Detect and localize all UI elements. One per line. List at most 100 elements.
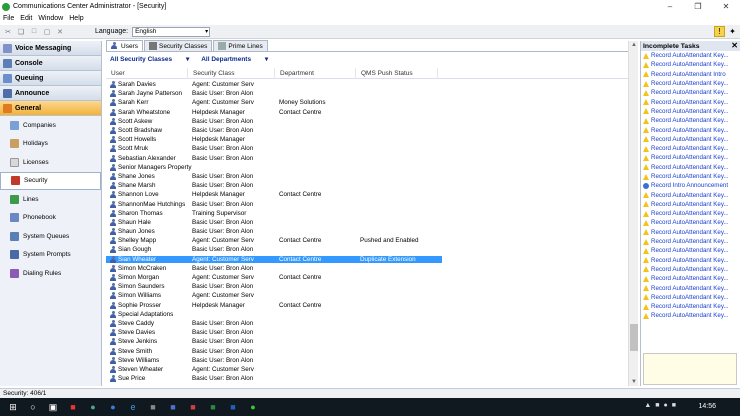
nav-item-companies[interactable]: Companies <box>0 116 101 135</box>
tab-prime-lines[interactable]: Prime Lines <box>213 40 268 51</box>
vertical-scrollbar[interactable]: ▲ ▼ <box>628 41 638 386</box>
clock[interactable]: 14:56 <box>698 403 716 410</box>
task-item[interactable]: Record AutoAttendant Key... <box>641 265 740 274</box>
task-item[interactable]: Record AutoAttendant Key... <box>641 51 740 60</box>
department-filter[interactable]: All Departments ▾ <box>201 55 268 63</box>
task-item[interactable]: Record Intro Announcement <box>641 181 740 190</box>
minimize-icon[interactable]: – <box>656 0 684 13</box>
nav-item-security[interactable]: Security <box>0 171 101 190</box>
task-item[interactable]: Record AutoAttendant Key... <box>641 60 740 69</box>
close-icon[interactable]: ✕ <box>712 0 740 13</box>
table-row[interactable]: Special Adaptations <box>106 310 628 319</box>
table-row[interactable]: Steve Smith Basic User: Bron Alon <box>106 346 628 355</box>
table-row[interactable]: Sarah Kerr Agent: Customer Serv Money Solu… <box>106 98 628 107</box>
table-row[interactable]: Sue Price Basic User: Bron Alon <box>106 374 628 383</box>
table-row[interactable]: Steve Williams Basic User: Bron Alon <box>106 356 628 365</box>
cut-icon[interactable]: ✂ <box>3 27 13 37</box>
table-row[interactable]: Sarah Jayne Patterson Basic User: Bron Al… <box>106 89 628 98</box>
task-item[interactable]: Record AutoAttendant Key... <box>641 274 740 283</box>
app-icon[interactable]: ■ <box>66 400 80 414</box>
menu-window[interactable]: Window <box>38 15 63 22</box>
pin-icon[interactable]: ✦ <box>727 26 738 37</box>
paste-icon[interactable]: ▢ <box>42 27 52 37</box>
task-item[interactable]: Record AutoAttendant Key... <box>641 311 740 320</box>
task-item[interactable]: Record AutoAttendant Key... <box>641 228 740 237</box>
tab-security-classes[interactable]: Security Classes <box>143 40 213 51</box>
column-security-class[interactable]: Security Class <box>188 68 275 79</box>
table-row[interactable]: Senior Managers Property <box>106 163 628 172</box>
task-item[interactable]: Record AutoAttendant Key... <box>641 218 740 227</box>
table-row[interactable]: ShannonMae Hutchings Basic User: Bron Alo… <box>106 199 628 208</box>
table-row[interactable]: Sebastian Alexander Basic User: Bron Alon <box>106 154 628 163</box>
menu-file[interactable]: File <box>3 15 14 22</box>
app-icon[interactable]: ■ <box>146 400 160 414</box>
task-item[interactable]: Record AutoAttendant Key... <box>641 190 740 199</box>
table-row[interactable]: Scott Bradshaw Basic User: Bron Alon <box>106 126 628 135</box>
language-select[interactable]: English ▾ <box>132 26 211 37</box>
table-row[interactable]: Sarah Wheatstone Helpdesk Manager Contact … <box>106 108 628 117</box>
table-row[interactable]: Sophie Prosser Helpdesk Manager Contact Ce… <box>106 301 628 310</box>
task-item[interactable]: Record AutoAttendant Key... <box>641 256 740 265</box>
table-row[interactable]: Scott Mruk Basic User: Bron Alon <box>106 144 628 153</box>
column-user[interactable]: User <box>106 68 188 79</box>
nav-item-licenses[interactable]: Licenses <box>0 153 101 172</box>
nav-item-phonebook[interactable]: Phonebook <box>0 209 101 228</box>
table-row[interactable]: Shane Marsh Basic User: Bron Alon <box>106 181 628 190</box>
table-row[interactable]: Sian Wheater Agent: Customer Serv Contact … <box>106 255 628 264</box>
copy-icon[interactable]: ❏ <box>16 27 26 37</box>
task-item[interactable]: Record AutoAttendant Key... <box>641 79 740 88</box>
task-item[interactable]: Record AutoAttendant Key... <box>641 144 740 153</box>
task-item[interactable]: Record AutoAttendant Key... <box>641 172 740 181</box>
task-item[interactable]: Record AutoAttendant Key... <box>641 88 740 97</box>
nav-item-system-prompts[interactable]: System Prompts <box>0 246 101 265</box>
table-row[interactable]: Shelley Mapp Agent: Customer Serv Contact … <box>106 236 628 245</box>
scroll-thumb[interactable] <box>630 324 638 351</box>
new-icon[interactable]: □ <box>29 27 39 37</box>
task-item[interactable]: Record AutoAttendant Key... <box>641 283 740 292</box>
comms-center-icon[interactable]: ● <box>246 400 260 414</box>
task-item[interactable]: Record AutoAttendant Key... <box>641 200 740 209</box>
nav-voice-messaging[interactable]: Voice Messaging <box>0 41 101 56</box>
scroll-up-icon[interactable]: ▲ <box>631 42 637 48</box>
nav-item-dialing-rules[interactable]: Dialing Rules <box>0 264 101 283</box>
table-row[interactable]: Steven Wheater Agent: Customer Serv <box>106 365 628 374</box>
nav-announce[interactable]: Announce <box>0 86 101 101</box>
nav-queuing[interactable]: Queuing <box>0 71 101 86</box>
table-row[interactable]: Steve Jenkins Basic User: Bron Alon <box>106 337 628 346</box>
app-icon[interactable]: ■ <box>186 400 200 414</box>
warning-icon[interactable]: ! <box>714 26 725 37</box>
table-row[interactable]: Steve Caddy Basic User: Bron Alon <box>106 319 628 328</box>
table-row[interactable]: Simon Williams Agent: Customer Serv <box>106 291 628 300</box>
table-row[interactable]: Simon McCraken Basic User: Bron Alon <box>106 264 628 273</box>
table-row[interactable]: Simon Morgan Agent: Customer Serv Contact … <box>106 273 628 282</box>
search-icon[interactable]: ○ <box>26 400 40 414</box>
task-item[interactable]: Record AutoAttendant Key... <box>641 163 740 172</box>
task-view-icon[interactable]: ▣ <box>46 400 60 414</box>
task-item[interactable]: Record AutoAttendant Key... <box>641 246 740 255</box>
nav-item-lines[interactable]: Lines <box>0 190 101 209</box>
tab-users[interactable]: Users <box>106 40 143 51</box>
app-icon[interactable]: ■ <box>166 400 180 414</box>
system-tray[interactable]: ▲■●■ <box>644 402 680 409</box>
table-row[interactable]: Steve Davies Basic User: Bron Alon <box>106 328 628 337</box>
table-row[interactable]: Sian Gough Basic User: Bron Alon <box>106 245 628 254</box>
close-icon[interactable]: ✕ <box>731 41 738 50</box>
task-item[interactable]: Record AutoAttendant Key... <box>641 125 740 134</box>
table-row[interactable]: Shane Jones Basic User: Bron Alon <box>106 172 628 181</box>
nav-console[interactable]: Console <box>0 56 101 71</box>
table-row[interactable]: Shannon Love Helpdesk Manager Contact Cent… <box>106 190 628 199</box>
task-item[interactable]: Record AutoAttendant Key... <box>641 237 740 246</box>
windows-start-icon[interactable]: ⊞ <box>6 400 20 414</box>
app-icon[interactable]: ● <box>106 400 120 414</box>
scroll-down-icon[interactable]: ▼ <box>631 379 637 385</box>
task-item[interactable]: Record AutoAttendant Key... <box>641 97 740 106</box>
menu-edit[interactable]: Edit <box>20 15 32 22</box>
menu-help[interactable]: Help <box>69 15 83 22</box>
app-icon[interactable]: ■ <box>226 400 240 414</box>
edge-icon[interactable]: e <box>126 400 140 414</box>
nav-item-system-queues[interactable]: System Queues <box>0 227 101 246</box>
task-item[interactable]: Record AutoAttendant Key... <box>641 153 740 162</box>
table-row[interactable]: Scott Howells Helpdesk Manager <box>106 135 628 144</box>
table-row[interactable]: Sharon Thomas Training Supervisor <box>106 209 628 218</box>
table-row[interactable]: Simon Saunders Basic User: Bron Alon <box>106 282 628 291</box>
